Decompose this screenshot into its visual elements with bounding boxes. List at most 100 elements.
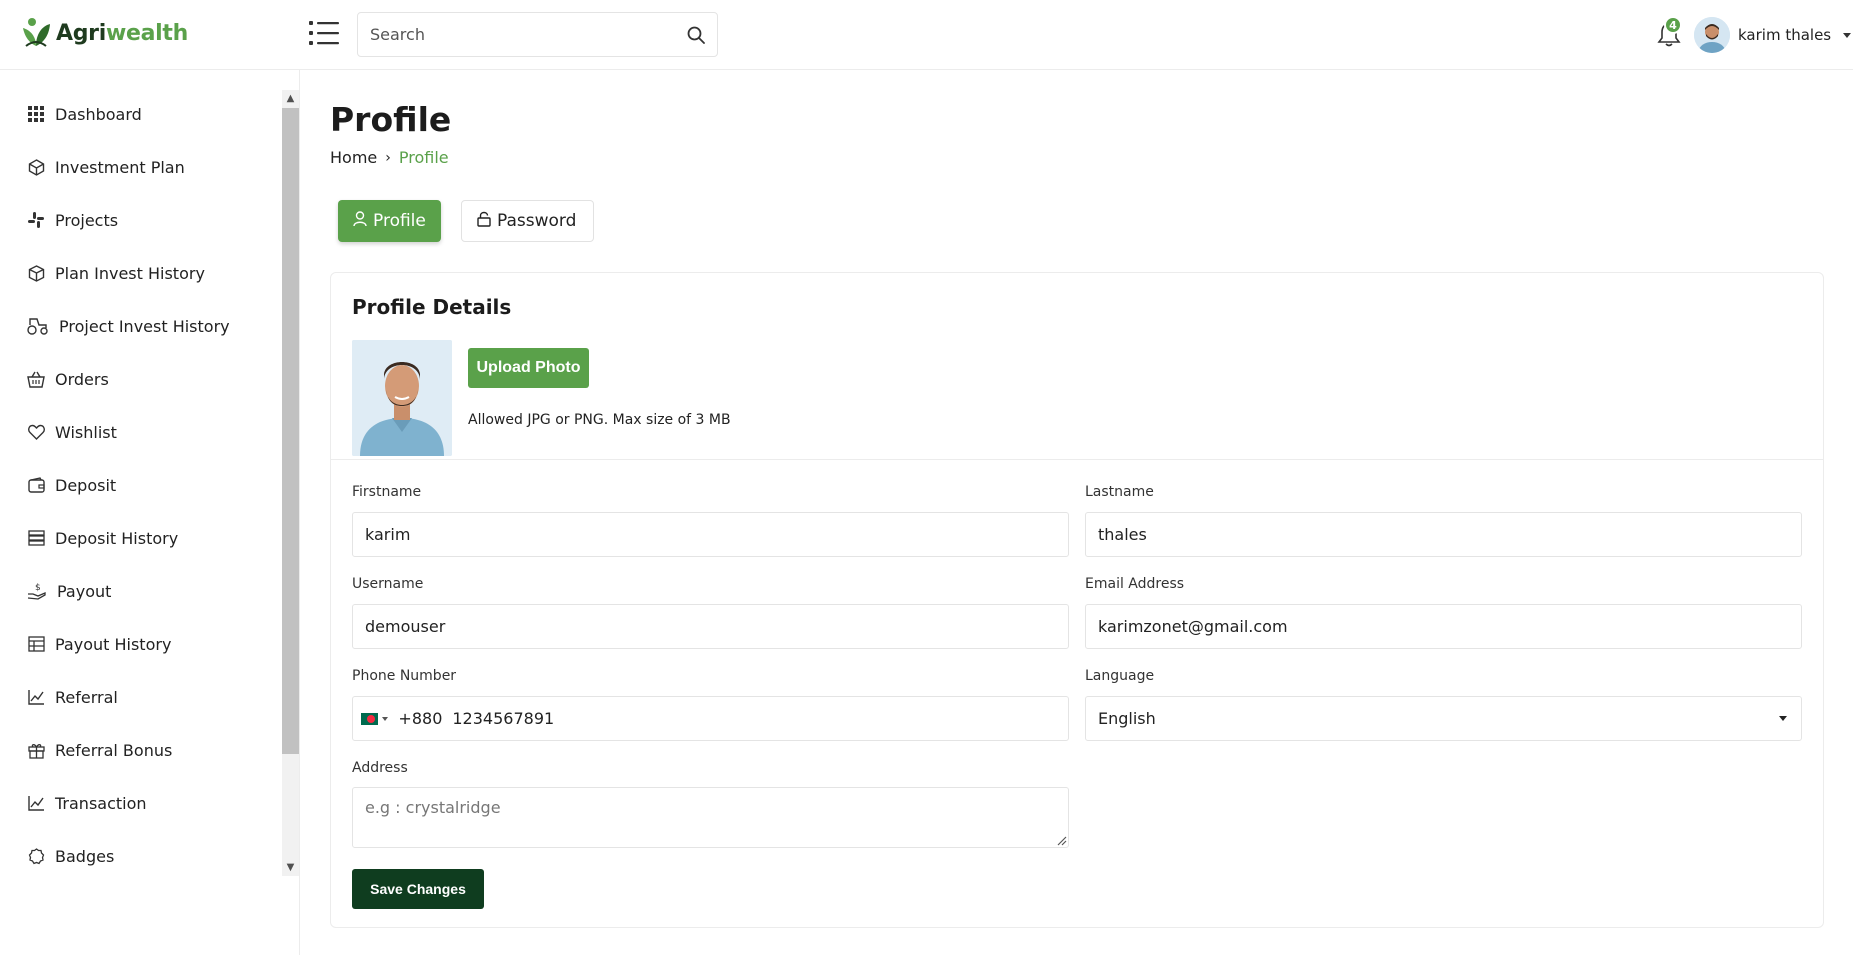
phone-field-wrapper: +880	[352, 696, 1069, 741]
tab-label: Password	[497, 211, 577, 231]
tab-profile[interactable]: Profile	[338, 200, 441, 242]
search-input[interactable]	[358, 13, 675, 56]
sidebar-item-deposit-history[interactable]: Deposit History	[27, 523, 178, 553]
chevron-up-icon[interactable]: ▲	[282, 90, 299, 107]
divider	[331, 459, 1823, 460]
sidebar-item-referral[interactable]: Referral	[27, 682, 118, 712]
leaf-logo-icon	[23, 18, 50, 47]
sidebar-item-label: Transaction	[55, 793, 147, 813]
sidebar-item-label: Referral	[55, 687, 118, 707]
sidebar-item-label: Plan Invest History	[55, 263, 205, 283]
chevron-down-icon	[1779, 716, 1787, 721]
basket-icon	[27, 370, 45, 388]
cube-3d-icon	[27, 158, 45, 176]
sidebar-item-label: Payout History	[55, 634, 172, 654]
user-icon	[353, 210, 367, 232]
save-changes-button[interactable]: Save Changes	[352, 869, 484, 909]
language-label: Language	[1085, 668, 1155, 684]
username-label: Username	[352, 576, 424, 592]
language-select[interactable]: English	[1085, 696, 1802, 741]
bangladesh-flag-icon[interactable]	[361, 712, 379, 725]
sidebar-item-label: Referral Bonus	[55, 740, 173, 760]
table-icon	[27, 635, 45, 653]
lastname-label: Lastname	[1085, 484, 1154, 500]
svg-text:$: $	[35, 583, 41, 593]
sidebar-item-transaction[interactable]: Transaction	[27, 788, 147, 818]
chevron-down-icon	[1843, 32, 1852, 38]
sidebar-item-label: Wishlist	[55, 422, 117, 442]
sidebar-item-label: Deposit	[55, 475, 117, 495]
badge-icon	[27, 847, 45, 865]
chart-line-icon	[27, 688, 45, 706]
menu-toggle-icon[interactable]	[309, 20, 339, 46]
sidebar-item-payout[interactable]: $ Payout	[27, 576, 111, 606]
sidebar-item-investment-plan[interactable]: Investment Plan	[27, 152, 185, 182]
resize-handle-icon[interactable]	[1055, 834, 1067, 846]
email-label: Email Address	[1085, 576, 1185, 592]
sidebar-item-orders[interactable]: Orders	[27, 364, 109, 394]
card-title: Profile Details	[352, 295, 512, 319]
heart-icon	[27, 423, 45, 441]
sidebar-item-label: Badges	[55, 846, 115, 866]
chart-line-icon	[27, 794, 45, 812]
chevron-down-icon[interactable]	[382, 716, 389, 721]
sidebar-item-deposit[interactable]: Deposit	[27, 470, 116, 500]
sidebar-item-label: Payout	[57, 581, 112, 601]
slack-icon	[27, 211, 45, 229]
sidebar-item-label: Projects	[55, 210, 119, 230]
logo-text: Agriwealth	[56, 20, 188, 46]
sidebar-item-referral-bonus[interactable]: Referral Bonus	[27, 735, 172, 765]
sidebar: Dashboard Investment Plan Projects Plan …	[0, 70, 300, 955]
search-icon[interactable]	[675, 13, 717, 56]
address-label: Address	[352, 760, 408, 776]
profile-details-card: Profile Details Upload Photo Allowed JPG…	[330, 272, 1824, 928]
page-title: Profile	[330, 100, 452, 139]
sidebar-item-payout-history[interactable]: Payout History	[27, 629, 171, 659]
sidebar-item-label: Dashboard	[55, 104, 142, 124]
avatar	[1694, 17, 1730, 53]
sidebar-item-projects[interactable]: Projects	[27, 205, 118, 235]
gift-icon	[27, 741, 45, 759]
sidebar-item-plan-invest-history[interactable]: Plan Invest History	[27, 258, 205, 288]
notification-badge: 4	[1664, 16, 1682, 34]
phone-country-code: +880	[398, 709, 443, 728]
user-name: karim thales	[1738, 26, 1832, 44]
profile-photo	[352, 340, 452, 456]
language-selected: English	[1098, 709, 1156, 728]
chevron-right-icon: ›	[385, 149, 391, 166]
username-field[interactable]	[365, 617, 1068, 636]
phone-label: Phone Number	[352, 668, 457, 684]
top-header: Agriwealth 4 karim	[0, 0, 1853, 70]
tractor-icon	[27, 317, 49, 335]
user-menu[interactable]: karim thales	[1694, 17, 1852, 53]
sidebar-scrollbar-thumb[interactable]	[282, 108, 299, 754]
sidebar-item-project-invest-history[interactable]: Project Invest History	[27, 311, 230, 341]
upload-photo-button[interactable]: Upload Photo	[468, 348, 589, 388]
address-field[interactable]	[352, 787, 1069, 848]
search-box	[357, 12, 718, 57]
grid-icon	[27, 105, 45, 123]
server-icon	[27, 529, 45, 547]
sidebar-item-label: Investment Plan	[55, 157, 185, 177]
hand-coin-icon: $	[27, 582, 47, 600]
breadcrumb: Home › Profile	[330, 148, 449, 167]
sidebar-item-label: Project Invest History	[59, 316, 230, 336]
wallet-icon	[27, 476, 45, 494]
email-field-wrapper	[1085, 604, 1802, 649]
email-field[interactable]	[1098, 617, 1801, 636]
sidebar-item-wishlist[interactable]: Wishlist	[27, 417, 117, 447]
firstname-field[interactable]	[365, 525, 1068, 544]
sidebar-item-label: Orders	[55, 369, 109, 389]
lock-icon	[477, 211, 491, 232]
tab-password[interactable]: Password	[461, 200, 594, 242]
lastname-field[interactable]	[1098, 525, 1801, 544]
sidebar-item-badges[interactable]: Badges	[27, 841, 114, 871]
lastname-field-wrapper	[1085, 512, 1802, 557]
sidebar-item-dashboard[interactable]: Dashboard	[27, 99, 142, 129]
chevron-down-icon[interactable]: ▼	[282, 859, 299, 876]
phone-field[interactable]	[452, 709, 1068, 728]
breadcrumb-home-link[interactable]: Home	[330, 148, 377, 167]
tab-label: Profile	[373, 211, 426, 231]
logo[interactable]: Agriwealth	[20, 16, 188, 50]
upload-hint: Allowed JPG or PNG. Max size of 3 MB	[468, 412, 731, 428]
